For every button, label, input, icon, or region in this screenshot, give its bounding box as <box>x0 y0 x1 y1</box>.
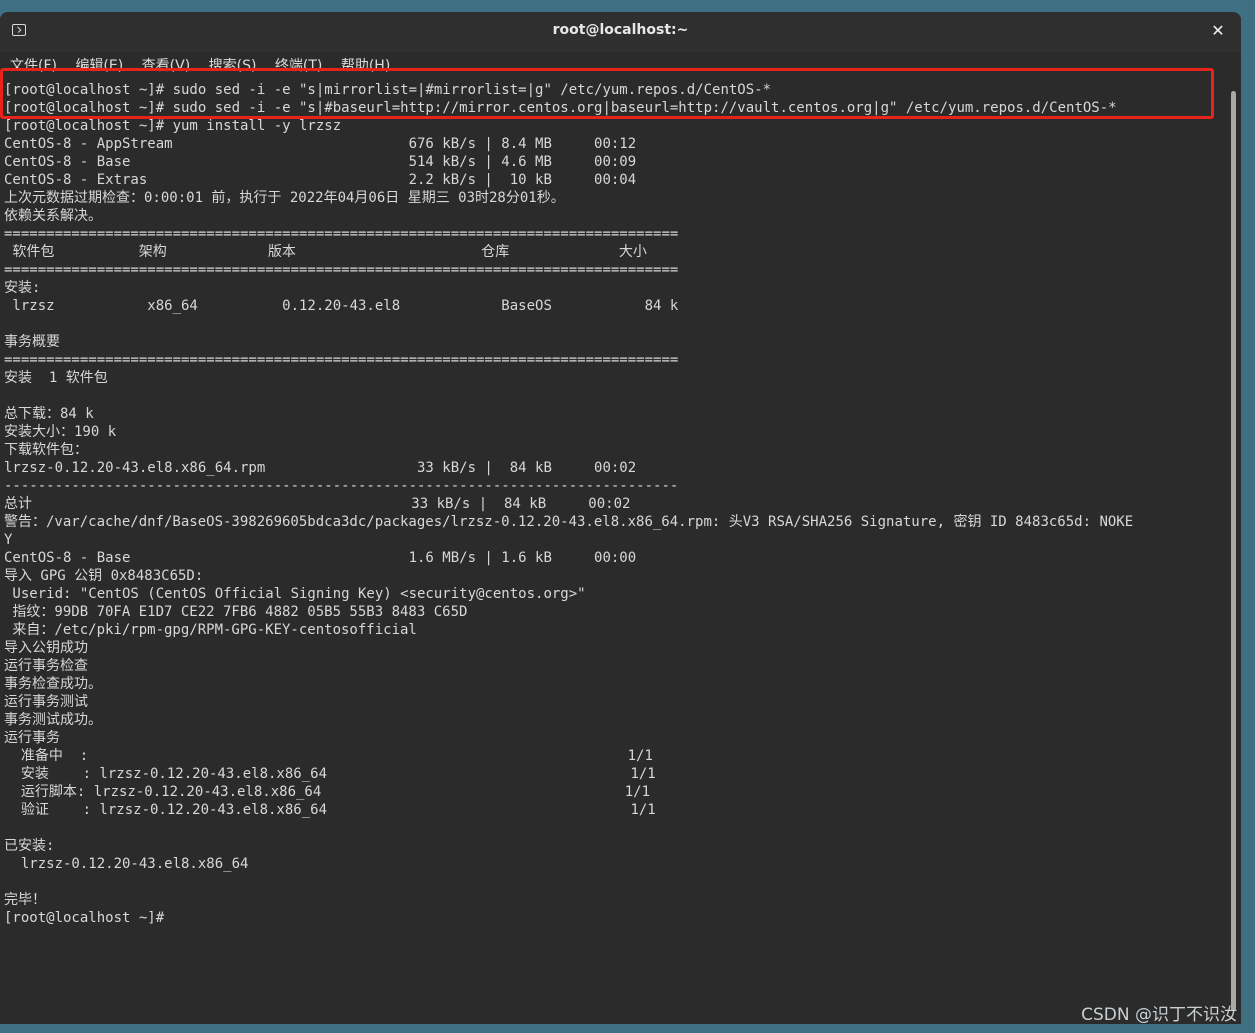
terminal-line: 指纹：99DB 70FA E1D7 CE22 7FB6 4882 05B5 55… <box>4 604 468 620</box>
terminal-line: 上次元数据过期检查：0:00:01 前，执行于 2022年04月06日 星期三 … <box>4 190 565 206</box>
terminal-line: CentOS-8 - AppStream 676 kB/s | 8.4 MB 0… <box>4 136 637 152</box>
terminal-line: 事务概要 <box>4 334 60 350</box>
terminal-line: 安装大小：190 k <box>4 424 117 440</box>
terminal-line: 已安装: <box>4 838 55 854</box>
terminal-line: [root@localhost ~]# <box>4 910 173 926</box>
terminal-line: 下载软件包： <box>4 442 88 458</box>
scrollbar-thumb[interactable] <box>1231 91 1236 1011</box>
menu-terminal[interactable]: 终端(T) <box>275 52 322 80</box>
terminal-line: 准备中 : 1/1 <box>4 748 653 764</box>
terminal-line: 安装 1 软件包 <box>4 370 108 386</box>
terminal-line: 依赖关系解决。 <box>4 208 102 224</box>
terminal-line: 总下载：84 k <box>4 406 94 422</box>
menu-bar: 文件(F) 编辑(E) 查看(V) 搜索(S) 终端(T) 帮助(H) <box>0 52 1241 80</box>
menu-file[interactable]: 文件(F) <box>10 52 57 80</box>
terminal-line: ========================================… <box>4 262 679 278</box>
vertical-scrollbar[interactable] <box>1227 81 1241 1024</box>
terminal-line: 软件包 架构 版本 仓库 大小 <box>4 244 647 260</box>
terminal-line: lrzsz-0.12.20-43.el8.x86_64 <box>4 856 249 872</box>
menu-edit[interactable]: 编辑(E) <box>75 52 123 80</box>
terminal-line: 运行脚本: lrzsz-0.12.20-43.el8.x86_64 1/1 <box>4 784 651 800</box>
terminal-line: [root@localhost ~]# yum install -y lrzsz <box>4 118 342 134</box>
terminal-line: 事务测试成功。 <box>4 712 102 728</box>
terminal-line: 来自：/etc/pki/rpm-gpg/RPM-GPG-KEY-centosof… <box>4 622 417 638</box>
terminal-line: lrzsz-0.12.20-43.el8.x86_64.rpm 33 kB/s … <box>4 460 637 476</box>
terminal-line: lrzsz x86_64 0.12.20-43.el8 BaseOS 84 k <box>4 298 679 314</box>
terminal-line: [root@localhost ~]# sudo sed -i -e "s|mi… <box>4 82 772 98</box>
terminal-line: ========================================… <box>4 352 679 368</box>
terminal-line: CentOS-8 - Extras 2.2 kB/s | 10 kB 00:04 <box>4 172 637 188</box>
terminal-output[interactable]: [root@localhost ~]# sudo sed -i -e "s|mi… <box>0 81 1225 1024</box>
terminal-line: 导入 GPG 公钥 0x8483C65D: <box>4 568 204 584</box>
terminal-line: ========================================… <box>4 226 679 242</box>
terminal-line: 运行事务 <box>4 730 60 746</box>
terminal-line: CentOS-8 - Base 514 kB/s | 4.6 MB 00:09 <box>4 154 637 170</box>
menu-help[interactable]: 帮助(H) <box>341 52 390 80</box>
window-title: root@localhost:~ <box>552 22 689 38</box>
terminal-line: 完毕！ <box>4 892 46 908</box>
menu-view[interactable]: 查看(V) <box>142 52 191 80</box>
terminal-lines: [root@localhost ~]# sudo sed -i -e "s|mi… <box>0 81 1225 927</box>
terminal-line: 事务检查成功。 <box>4 676 102 692</box>
terminal-line: 安装: <box>4 280 41 296</box>
terminal-line: [root@localhost ~]# sudo sed -i -e "s|#b… <box>4 100 1117 116</box>
close-button[interactable]: ✕ <box>1207 20 1229 42</box>
terminal-line: Userid: "CentOS (CentOS Official Signing… <box>4 586 586 602</box>
csdn-watermark: CSDN @识丁不识汝 <box>1081 1005 1237 1025</box>
terminal-line: 运行事务检查 <box>4 658 88 674</box>
terminal-line: 警告：/var/cache/dnf/BaseOS-398269605bdca3d… <box>4 514 1134 530</box>
title-bar[interactable]: root@localhost:~ ✕ <box>0 12 1241 52</box>
terminal-window: root@localhost:~ ✕ 文件(F) 编辑(E) 查看(V) 搜索(… <box>0 12 1241 1024</box>
terminal-line: Y <box>4 532 13 548</box>
terminal-line: 导入公钥成功 <box>4 640 88 656</box>
terminal-line: 总计 33 kB/s | 84 kB 00:02 <box>4 496 631 512</box>
terminal-line: ----------------------------------------… <box>4 478 679 494</box>
terminal-line: 安装 : lrzsz-0.12.20-43.el8.x86_64 1/1 <box>4 766 656 782</box>
terminal-line: 验证 : lrzsz-0.12.20-43.el8.x86_64 1/1 <box>4 802 656 818</box>
terminal-line: 运行事务测试 <box>4 694 88 710</box>
menu-search[interactable]: 搜索(S) <box>209 52 257 80</box>
terminal-line: CentOS-8 - Base 1.6 MB/s | 1.6 kB 00:00 <box>4 550 637 566</box>
